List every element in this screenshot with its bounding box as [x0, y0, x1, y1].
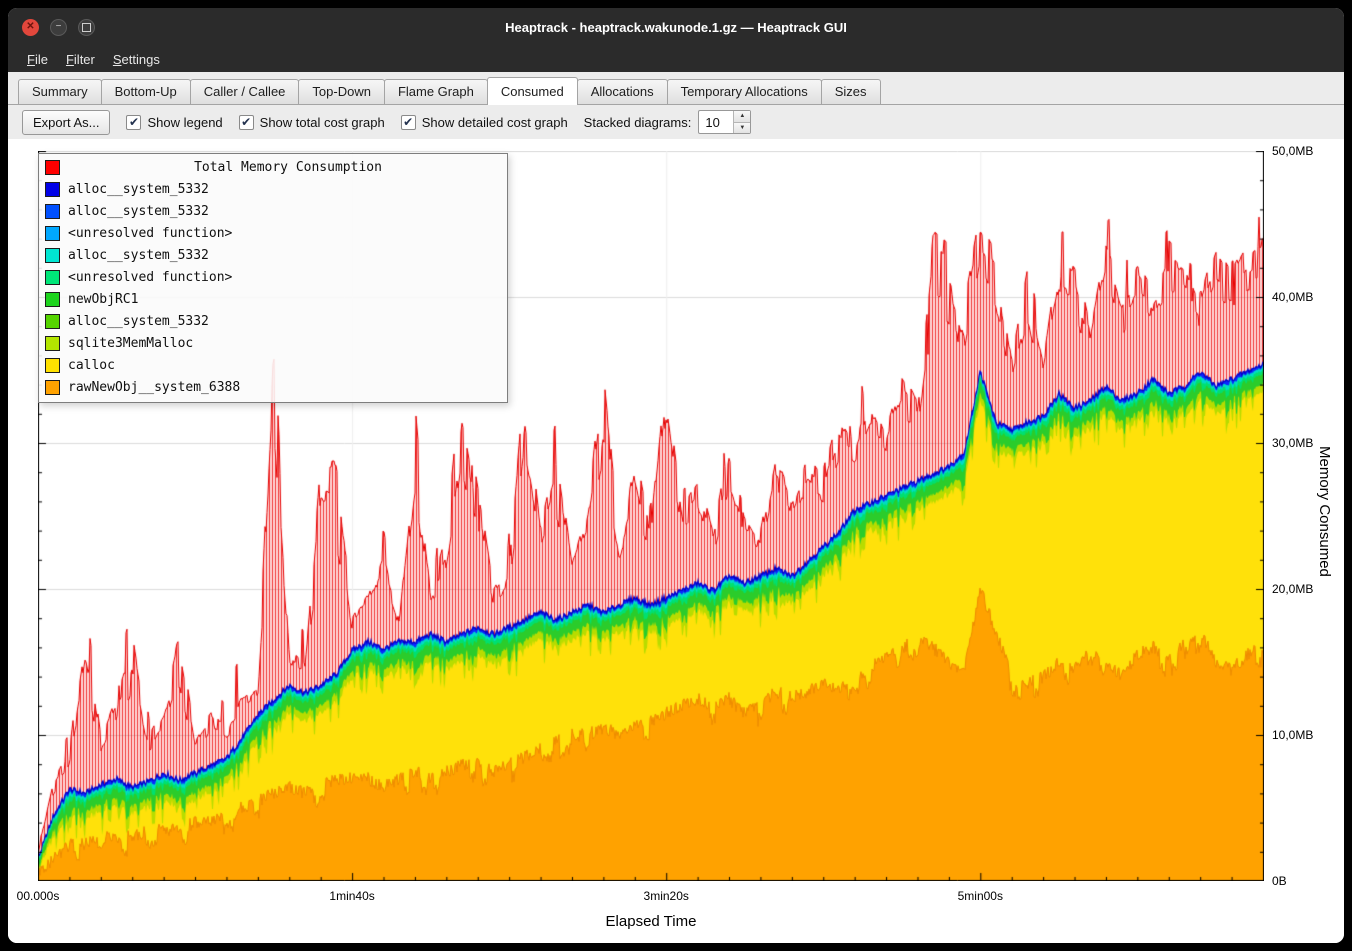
legend-swatch — [45, 380, 60, 395]
tab-temporary-allocations[interactable]: Temporary Allocations — [667, 79, 822, 104]
menu-item-file[interactable]: File — [18, 49, 57, 70]
legend-label: <unresolved function> — [68, 226, 232, 241]
legend-item: alloc__system_5332 — [39, 310, 507, 332]
y-tick-label: 20,0MB — [1272, 582, 1313, 596]
stacked-diagrams-spinner[interactable]: 10 ▲ ▼ — [698, 110, 751, 134]
legend-item: alloc__system_5332 — [39, 178, 507, 200]
legend-swatch — [45, 336, 60, 351]
legend-item: calloc — [39, 354, 507, 376]
plot-area: Total Memory Consumption alloc__system_53… — [38, 151, 1264, 881]
legend-label: rawNewObj__system_6388 — [68, 380, 240, 395]
legend-label: newObjRC1 — [68, 292, 138, 307]
stacked-diagrams-value[interactable]: 10 — [699, 111, 733, 133]
maximize-button[interactable] — [78, 19, 95, 36]
x-axis-title: Elapsed Time — [606, 913, 697, 930]
minimize-button[interactable]: − — [50, 19, 67, 36]
tab-bottom-up[interactable]: Bottom-Up — [101, 79, 191, 104]
menubar: FileFilterSettings — [8, 46, 1344, 72]
y-tick-label: 0B — [1272, 874, 1287, 888]
tab-consumed[interactable]: Consumed — [487, 77, 578, 105]
legend-item: <unresolved function> — [39, 266, 507, 288]
legend-label: sqlite3MemMalloc — [68, 336, 193, 351]
checkbox-show-total-cost-graph[interactable]: ✔ Show total cost graph — [239, 115, 385, 130]
spinner-down-icon[interactable]: ▼ — [734, 122, 750, 134]
legend-title-row: Total Memory Consumption — [39, 156, 507, 178]
tab-caller-callee[interactable]: Caller / Callee — [190, 79, 300, 104]
checkbox-label: Show detailed cost graph — [422, 115, 568, 130]
x-tick-label: 1min40s — [329, 889, 374, 903]
legend-item: sqlite3MemMalloc — [39, 332, 507, 354]
tab-top-down[interactable]: Top-Down — [298, 79, 385, 104]
stacked-diagrams-label: Stacked diagrams: — [584, 115, 692, 130]
legend-swatch — [45, 270, 60, 285]
y-axis-title: Memory Consumed — [1316, 446, 1333, 577]
x-tick-label: 3min20s — [644, 889, 689, 903]
legend-item: newObjRC1 — [39, 288, 507, 310]
app-window: ✕ − Heaptrack - heaptrack.wakunode.1.gz … — [8, 8, 1344, 943]
legend-swatch — [45, 182, 60, 197]
tab-sizes[interactable]: Sizes — [821, 79, 881, 104]
legend-swatch — [45, 292, 60, 307]
checkbox-icon[interactable]: ✔ — [401, 115, 416, 130]
checkbox-show-legend[interactable]: ✔ Show legend — [126, 115, 222, 130]
legend-label: Total Memory Consumption — [69, 160, 507, 175]
checkbox-icon[interactable]: ✔ — [126, 115, 141, 130]
menu-item-settings[interactable]: Settings — [104, 49, 169, 70]
checkbox-show-detailed-cost-graph[interactable]: ✔ Show detailed cost graph — [401, 115, 568, 130]
window-title: Heaptrack - heaptrack.wakunode.1.gz — He… — [8, 20, 1344, 35]
titlebar: ✕ − Heaptrack - heaptrack.wakunode.1.gz … — [8, 8, 1344, 46]
legend-label: alloc__system_5332 — [68, 182, 209, 197]
y-tick-label: 30,0MB — [1272, 436, 1313, 450]
toolbar: Export As... ✔ Show legend ✔ Show total cos… — [8, 105, 1344, 139]
menu-item-filter[interactable]: Filter — [57, 49, 104, 70]
y-tick-label: 50,0MB — [1272, 144, 1313, 158]
checkbox-icon[interactable]: ✔ — [239, 115, 254, 130]
x-tick-label: 00.000s — [17, 889, 60, 903]
legend-label: alloc__system_5332 — [68, 314, 209, 329]
y-tick-label: 40,0MB — [1272, 290, 1313, 304]
legend-item: rawNewObj__system_6388 — [39, 376, 507, 398]
tab-bar: SummaryBottom-UpCaller / CalleeTop-DownF… — [8, 72, 1344, 105]
legend-swatch — [45, 358, 60, 373]
close-button[interactable]: ✕ — [22, 19, 39, 36]
y-tick-label: 10,0MB — [1272, 728, 1313, 742]
legend-swatch — [45, 248, 60, 263]
spinner-up-icon[interactable]: ▲ — [734, 111, 750, 122]
tab-flame-graph[interactable]: Flame Graph — [384, 79, 488, 104]
legend: Total Memory Consumption alloc__system_53… — [38, 153, 508, 403]
legend-item: alloc__system_5332 — [39, 200, 507, 222]
x-tick-label: 5min00s — [958, 889, 1003, 903]
export-as-button[interactable]: Export As... — [22, 110, 110, 135]
chart: Total Memory Consumption alloc__system_53… — [8, 139, 1344, 943]
maximize-icon — [82, 23, 91, 32]
tab-allocations[interactable]: Allocations — [577, 79, 668, 104]
tab-summary[interactable]: Summary — [18, 79, 102, 104]
legend-label: calloc — [68, 358, 115, 373]
legend-label: alloc__system_5332 — [68, 248, 209, 263]
legend-item: <unresolved function> — [39, 222, 507, 244]
legend-label: alloc__system_5332 — [68, 204, 209, 219]
legend-label: <unresolved function> — [68, 270, 232, 285]
window-controls: ✕ − — [22, 19, 95, 36]
checkbox-group: ✔ Show legend ✔ Show total cost graph ✔ Show … — [126, 115, 567, 130]
checkbox-label: Show total cost graph — [260, 115, 385, 130]
legend-swatch — [45, 160, 60, 175]
legend-item: alloc__system_5332 — [39, 244, 507, 266]
legend-swatch — [45, 314, 60, 329]
legend-swatch — [45, 226, 60, 241]
checkbox-label: Show legend — [147, 115, 222, 130]
legend-swatch — [45, 204, 60, 219]
